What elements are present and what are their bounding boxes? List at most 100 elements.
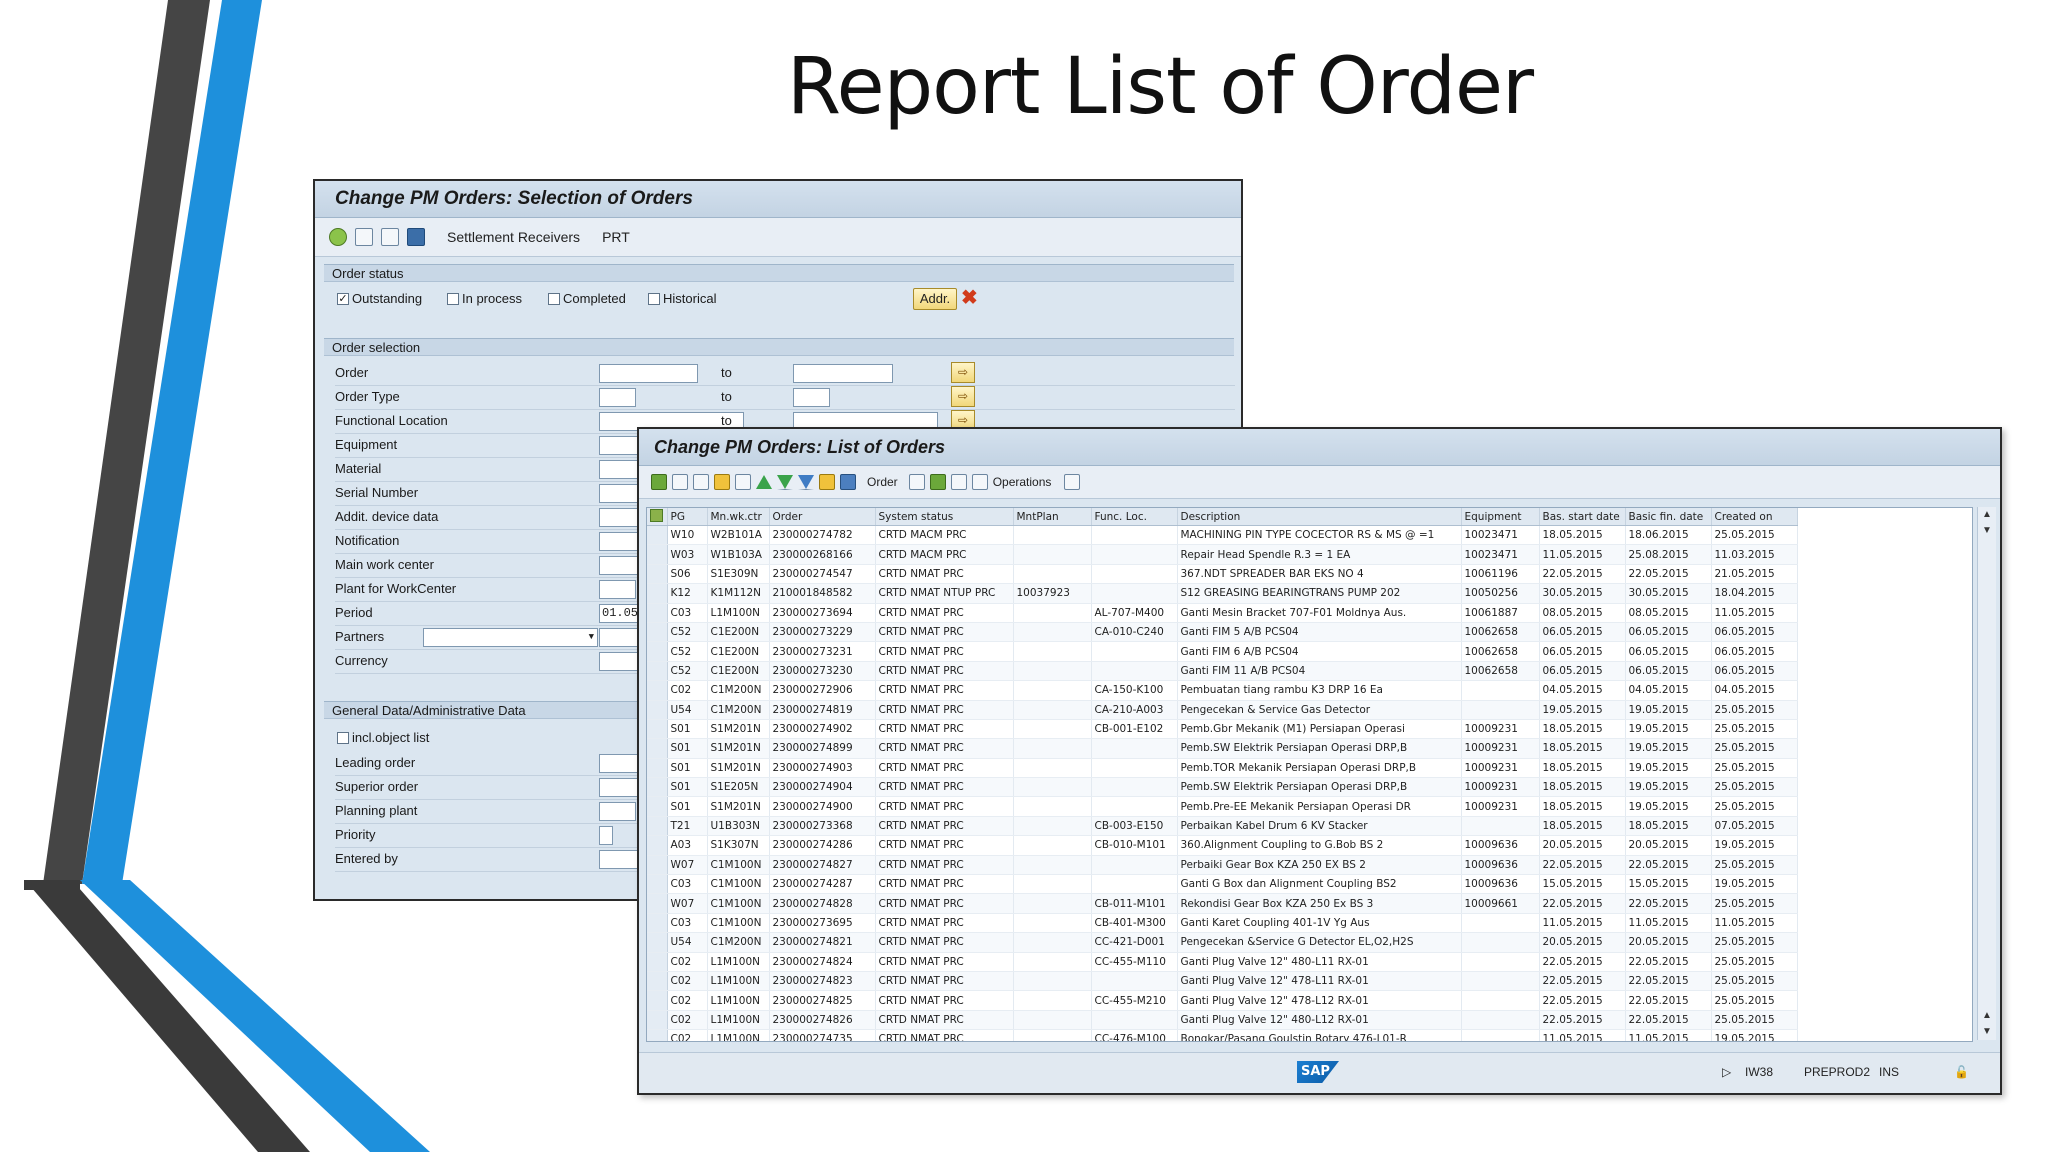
refresh-icon[interactable] [672,474,688,490]
table-row[interactable]: W03 W1B103A 230000268166 CRTD MACM PRC Repai… [647,544,1798,565]
table-row[interactable]: S01 S1M201N 230000274900 CRTD NMAT PRC Pemb.… [647,796,1798,817]
multiple-selection-icon[interactable]: ⇨ [951,362,975,383]
row-selector[interactable] [647,738,668,759]
priority-input[interactable] [599,826,613,845]
in-process-checkbox[interactable]: In process [447,291,522,306]
layout-icon[interactable] [1064,474,1081,490]
table-row[interactable]: C03 C1M100N 230000274287 CRTD NMAT PRC Ganti… [647,874,1798,895]
prt-button[interactable]: PRT [602,229,630,245]
change-icon[interactable] [714,474,730,490]
column-header[interactable]: Func. Loc. [1091,508,1178,526]
row-selector[interactable] [647,913,668,934]
scroll-up-icon[interactable]: ▲ [1978,507,1996,523]
order-type-to-input[interactable] [793,388,830,407]
info-icon[interactable] [407,228,425,246]
table-row[interactable]: S01 S1E205N 230000274904 CRTD NMAT PRC Pemb.… [647,777,1798,798]
row-selector[interactable] [647,893,668,914]
column-header[interactable]: Equipment [1461,508,1540,526]
planning-plant-input[interactable] [599,802,636,821]
row-selector[interactable] [647,971,668,992]
flag-outline-icon[interactable] [950,474,967,490]
table-row[interactable]: U54 C1M200N 230000274819 CRTD NMAT PRC CA-21… [647,700,1798,720]
table-row[interactable]: W07 C1M100N 230000274827 CRTD NMAT PRC Perba… [647,855,1798,876]
table-row[interactable]: W10 W2B101A 230000274782 CRTD MACM PRC MACHI… [647,525,1798,546]
row-selector[interactable] [647,1010,668,1031]
row-selector[interactable] [647,952,668,972]
multiple-selection-icon[interactable]: ⇨ [951,386,975,407]
delete-icon[interactable]: ✖ [961,285,978,310]
table-row[interactable]: C02 L1M100N 230000274824 CRTD NMAT PRC CC-45… [647,952,1798,972]
plant-for-workcenter-input[interactable] [599,580,636,599]
column-header[interactable]: System status [875,508,1014,526]
order-to-input[interactable] [793,364,893,383]
row-selector[interactable] [647,641,668,662]
document-icon[interactable] [908,474,925,490]
addr-button[interactable]: Addr. [913,288,957,310]
row-selector[interactable] [647,680,668,701]
table-row[interactable]: C02 L1M100N 230000274735 CRTD NMAT PRC CC-47… [647,1029,1798,1041]
outstanding-checkbox[interactable]: ✓ Outstanding [337,291,422,306]
row-selector[interactable] [647,1029,668,1041]
scroll-up-icon[interactable]: ▲ [1978,1008,1996,1024]
table-row[interactable]: C02 L1M100N 230000274825 CRTD NMAT PRC CC-45… [647,990,1798,1011]
row-selector[interactable] [647,719,668,740]
table-row[interactable]: K12 K1M112N 210001848582 CRTD NMAT NTUP PRC… [647,583,1798,604]
table-row[interactable]: C03 L1M100N 230000273694 CRTD NMAT PRC AL-70… [647,603,1798,623]
transaction-code[interactable]: IW38 [1745,1065,1773,1079]
row-selector[interactable] [647,816,668,837]
table-row[interactable]: C52 C1E200N 230000273231 CRTD NMAT PRC Ganti… [647,641,1798,662]
operations-button[interactable]: Operations [993,475,1052,489]
row-selector[interactable] [647,603,668,623]
lock-icon[interactable]: 🔓 [1954,1065,1969,1079]
row-selector[interactable] [647,622,668,643]
copy-icon[interactable] [355,228,373,246]
scroll-down-icon[interactable]: ▼ [1978,523,1996,539]
incl-object-list-checkbox[interactable]: incl.object list [337,730,429,745]
settlement-receivers-button[interactable]: Settlement Receivers [447,229,580,245]
table-row[interactable]: S01 S1M201N 230000274902 CRTD NMAT PRC CB-00… [647,719,1798,740]
select-all-icon[interactable] [693,474,709,490]
row-selector[interactable] [647,564,668,585]
table-row[interactable]: C52 C1E200N 230000273229 CRTD NMAT PRC CA-01… [647,622,1798,643]
filter-icon[interactable] [798,474,814,490]
column-header[interactable]: Basic fin. date [1625,508,1712,526]
table-row[interactable]: C52 C1E200N 230000273230 CRTD NMAT PRC Ganti… [647,661,1798,682]
scroll-down-icon[interactable]: ▼ [1978,1024,1996,1040]
row-selector[interactable] [647,777,668,798]
table-row[interactable]: S01 S1M201N 230000274899 CRTD NMAT PRC Pemb.… [647,738,1798,759]
table-row[interactable]: S01 S1M201N 230000274903 CRTD NMAT PRC Pemb.… [647,758,1798,779]
row-selector[interactable] [647,874,668,895]
table-row[interactable]: C03 C1M100N 230000273695 CRTD NMAT PRC CB-40… [647,913,1798,934]
partners-dropdown[interactable]: ▼ [423,628,598,647]
deselect-icon[interactable] [735,474,751,490]
row-selector[interactable] [647,758,668,779]
table-row[interactable]: S06 S1E309N 230000274547 CRTD NMAT PRC 367.N… [647,564,1798,585]
grid-icon[interactable] [971,474,988,490]
play-icon[interactable]: ▷ [1722,1065,1731,1079]
table-row[interactable]: A03 S1K307N 230000274286 CRTD NMAT PRC CB-01… [647,835,1798,856]
table-row[interactable]: T21 U1B303N 230000273368 CRTD NMAT PRC CB-00… [647,816,1798,837]
execute-icon[interactable] [329,228,347,246]
row-selector[interactable] [647,932,668,953]
table-row[interactable]: C02 L1M100N 230000274823 CRTD NMAT PRC Ganti… [647,971,1798,992]
row-selector[interactable] [647,700,668,720]
order-button[interactable]: Order [867,475,898,489]
column-header[interactable]: Created on [1711,508,1798,526]
details-icon[interactable] [651,474,667,490]
total-icon[interactable] [819,474,835,490]
row-selector[interactable] [647,990,668,1011]
historical-checkbox[interactable]: Historical [648,291,716,306]
column-header[interactable]: Order [769,508,876,526]
sort-ascending-icon[interactable] [756,475,772,489]
order-from-input[interactable] [599,364,698,383]
column-header[interactable]: Bas. start date [1539,508,1626,526]
column-header[interactable]: MntPlan [1013,508,1092,526]
row-selector[interactable] [647,525,668,546]
row-selector[interactable] [647,855,668,876]
order-type-from-input[interactable] [599,388,636,407]
completed-checkbox[interactable]: Completed [548,291,626,306]
row-selector[interactable] [647,796,668,817]
row-selector[interactable] [647,835,668,856]
row-selector[interactable] [647,544,668,565]
table-row[interactable]: C02 C1M200N 230000272906 CRTD NMAT PRC CA-15… [647,680,1798,701]
